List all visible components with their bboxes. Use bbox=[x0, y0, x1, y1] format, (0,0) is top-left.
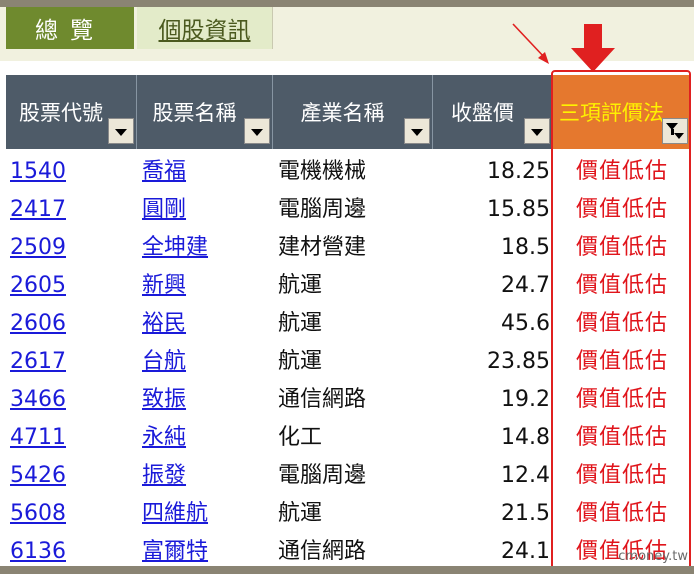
highlight-box bbox=[551, 70, 691, 570]
price-cell: 23.85 bbox=[487, 349, 550, 374]
stock-code-link[interactable]: 2606 bbox=[10, 305, 66, 343]
stock-name-link[interactable]: 全坤建 bbox=[142, 229, 208, 267]
price-cell: 15.85 bbox=[487, 197, 550, 222]
chevron-down-icon bbox=[411, 129, 423, 136]
price-cell: 12.4 bbox=[501, 463, 550, 488]
price-cell: 24.7 bbox=[501, 273, 550, 298]
thin-arrow-head bbox=[538, 52, 549, 64]
watermark: cmoney.tw bbox=[618, 549, 688, 564]
dropdown-button[interactable] bbox=[244, 118, 270, 144]
chevron-down-icon bbox=[251, 129, 263, 136]
price-cell: 21.5 bbox=[501, 501, 550, 526]
stock-name-link[interactable]: 四維航 bbox=[142, 495, 208, 533]
chevron-down-icon bbox=[115, 129, 127, 136]
industry-cell: 建材營建 bbox=[278, 235, 367, 260]
stock-name-link[interactable]: 圓剛 bbox=[142, 191, 186, 229]
price-cell: 18.5 bbox=[501, 235, 550, 260]
column-header-price: 收盤價 bbox=[433, 75, 553, 149]
stock-code-link[interactable]: 1540 bbox=[10, 153, 66, 191]
dropdown-button[interactable] bbox=[524, 118, 550, 144]
industry-cell: 化工 bbox=[278, 425, 323, 450]
column-header-label: 收盤價 bbox=[451, 101, 514, 125]
industry-cell: 航運 bbox=[278, 273, 323, 298]
industry-cell: 航運 bbox=[278, 501, 323, 526]
chevron-down-icon bbox=[531, 129, 543, 136]
top-border bbox=[0, 0, 694, 7]
column-header-name: 股票名稱 bbox=[137, 75, 273, 149]
tab-stock-info[interactable]: 個股資訊 bbox=[137, 7, 273, 49]
stock-code-link[interactable]: 2605 bbox=[10, 267, 66, 305]
stock-name-link[interactable]: 致振 bbox=[142, 381, 186, 419]
stock-code-link[interactable]: 5426 bbox=[10, 457, 66, 495]
price-cell: 19.2 bbox=[501, 387, 550, 412]
big-down-arrow-icon bbox=[571, 24, 615, 72]
stock-code-link[interactable]: 2509 bbox=[10, 229, 66, 267]
stock-name-link[interactable]: 裕民 bbox=[142, 305, 186, 343]
stock-name-link[interactable]: 台航 bbox=[142, 343, 186, 381]
tab-overview[interactable]: 總覽 bbox=[6, 7, 134, 49]
stock-code-link[interactable]: 2617 bbox=[10, 343, 66, 381]
stock-code-link[interactable]: 4711 bbox=[10, 419, 66, 457]
dropdown-button[interactable] bbox=[404, 118, 430, 144]
stock-code-link[interactable]: 5608 bbox=[10, 495, 66, 533]
bottom-border bbox=[0, 566, 694, 574]
price-cell: 14.8 bbox=[501, 425, 550, 450]
industry-cell: 通信網路 bbox=[278, 387, 367, 412]
stock-name-link[interactable]: 喬福 bbox=[142, 153, 186, 191]
industry-cell: 航運 bbox=[278, 349, 323, 374]
price-cell: 18.25 bbox=[487, 159, 550, 184]
column-header-label: 產業名稱 bbox=[300, 101, 385, 125]
stock-code-link[interactable]: 2417 bbox=[10, 191, 66, 229]
column-header-industry: 產業名稱 bbox=[273, 75, 433, 149]
industry-cell: 航運 bbox=[278, 311, 323, 336]
stock-name-link[interactable]: 永純 bbox=[142, 419, 186, 457]
price-cell: 45.6 bbox=[501, 311, 550, 336]
thin-arrow-line bbox=[512, 23, 546, 59]
dropdown-button[interactable] bbox=[108, 118, 134, 144]
industry-cell: 電機機械 bbox=[278, 159, 367, 184]
stock-code-link[interactable]: 3466 bbox=[10, 381, 66, 419]
industry-cell: 電腦周邊 bbox=[278, 463, 367, 488]
column-header-code: 股票代號 bbox=[6, 75, 137, 149]
stock-name-link[interactable]: 新興 bbox=[142, 267, 186, 305]
column-header-label: 股票名稱 bbox=[152, 101, 237, 125]
industry-cell: 電腦周邊 bbox=[278, 197, 367, 222]
stock-name-link[interactable]: 振發 bbox=[142, 457, 186, 495]
